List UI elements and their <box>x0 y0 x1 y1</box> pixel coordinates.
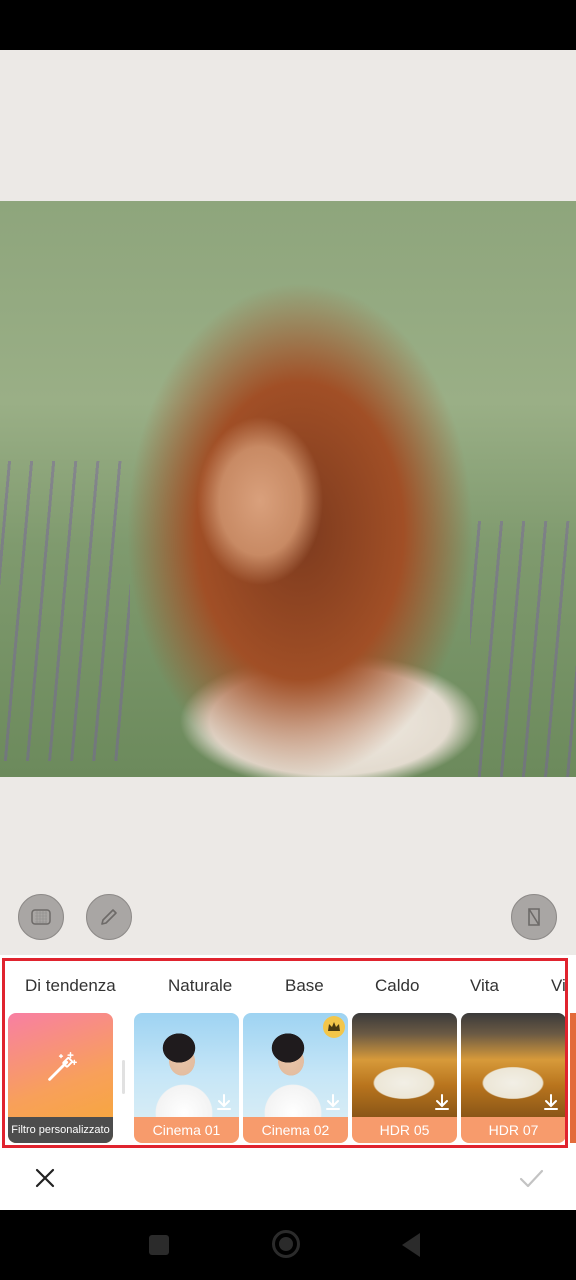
download-icon <box>435 1094 449 1110</box>
lavender-left <box>0 461 130 761</box>
status-bar <box>0 0 576 50</box>
filter-category-tabs: Di tendenza Naturale Base Caldo Vita Vi <box>0 962 576 1008</box>
premium-crown-icon <box>323 1016 345 1038</box>
download-icon <box>217 1094 231 1110</box>
edited-photo[interactable] <box>0 201 576 777</box>
filter-label: Cinema 01 <box>134 1117 239 1143</box>
filter-label: HDR 05 <box>352 1117 457 1143</box>
action-bar <box>0 1152 576 1210</box>
mask-tool-button[interactable] <box>18 894 64 940</box>
lavender-right <box>470 521 576 777</box>
tile-divider <box>122 1060 125 1094</box>
tab-naturale[interactable]: Naturale <box>168 976 232 996</box>
brush-tool-button[interactable] <box>86 894 132 940</box>
tab-caldo[interactable]: Caldo <box>375 976 419 996</box>
filter-tile-hdr-05[interactable]: HDR 05 <box>352 1013 457 1143</box>
back-icon[interactable] <box>402 1233 420 1257</box>
home-icon[interactable] <box>272 1230 300 1258</box>
tab-vita[interactable]: Vita <box>470 976 499 996</box>
download-icon <box>544 1094 558 1110</box>
tab-base[interactable]: Base <box>285 976 324 996</box>
check-icon[interactable] <box>516 1163 546 1193</box>
compare-tool-button[interactable] <box>511 894 557 940</box>
recents-icon[interactable] <box>149 1235 169 1255</box>
filter-label: HDR 07 <box>461 1117 566 1143</box>
download-icon <box>326 1094 340 1110</box>
tab-partial-next[interactable]: Vi <box>551 976 566 996</box>
filter-tile-hdr-07[interactable]: HDR 07 <box>461 1013 566 1143</box>
magic-wand-icon <box>48 1052 77 1081</box>
filter-tile-cinema-02[interactable]: Cinema 02 <box>243 1013 348 1143</box>
custom-filter-tile[interactable]: Filtro personalizzato <box>8 1013 113 1143</box>
filter-tile-cinema-01[interactable]: Cinema 01 <box>134 1013 239 1143</box>
filter-label: Cinema 02 <box>243 1117 348 1143</box>
close-icon[interactable] <box>30 1163 60 1193</box>
tab-di-tendenza[interactable]: Di tendenza <box>25 976 116 996</box>
pencil-icon <box>101 909 117 925</box>
custom-filter-label: Filtro personalizzato <box>8 1117 113 1143</box>
compare-icon <box>528 908 540 926</box>
grid-square-icon <box>31 909 51 925</box>
filter-tile-partial[interactable] <box>570 1013 576 1143</box>
